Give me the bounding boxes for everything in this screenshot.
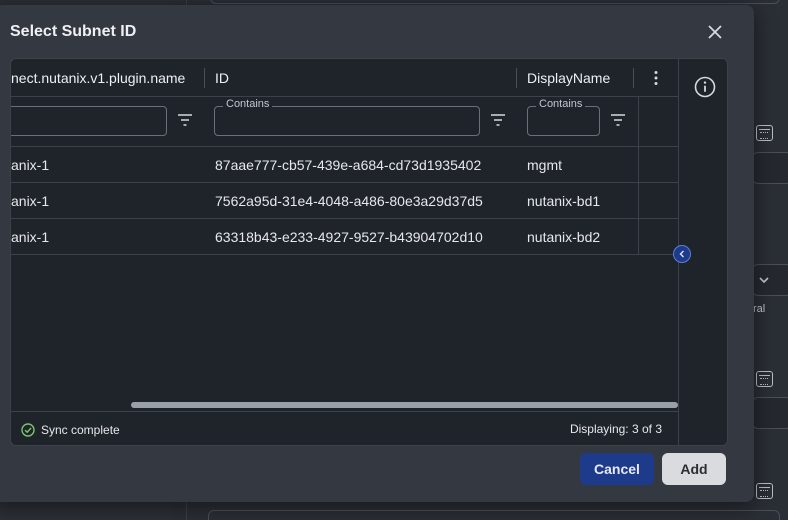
cell-display-name: mgmt (527, 156, 562, 173)
column-separator (638, 147, 639, 182)
cancel-button[interactable]: Cancel (580, 453, 654, 485)
column-header-id[interactable]: ID (215, 59, 505, 97)
background-label: ral (753, 303, 766, 315)
column-header-label: nect.nutanix.v1.plugin.name (11, 70, 186, 86)
filter-legend: Contains (536, 98, 586, 110)
grid-filter-row: Contains Contains (11, 97, 678, 147)
background-field[interactable] (752, 152, 788, 184)
filter-input-display-name[interactable] (527, 106, 600, 136)
sync-status: Sync complete (41, 423, 120, 437)
background-bottom-field[interactable] (208, 510, 780, 520)
cell-plugin-name: anix-1 (11, 228, 50, 245)
cell-id: 87aae777-cb57-439e-a684-cd73d1935402 (215, 156, 482, 173)
table-row[interactable]: anix-1 87aae777-cb57-439e-a684-cd73d1935… (11, 147, 678, 183)
cell-plugin-name: anix-1 (11, 192, 50, 209)
column-header-label: ID (215, 70, 229, 86)
calendar-icon[interactable] (756, 125, 773, 141)
close-button[interactable] (705, 22, 725, 42)
grid-footer: Sync complete Displaying: 3 of 3 (11, 411, 678, 445)
cell-display-name: nutanix-bd2 (527, 228, 601, 245)
grid-header-row: nect.nutanix.v1.plugin.name ID DisplayNa… (11, 59, 678, 97)
horizontal-scrollbar[interactable] (131, 402, 678, 408)
column-separator (638, 219, 639, 254)
display-count: Displaying: 3 of 3 (569, 422, 662, 436)
cell-plugin-name: anix-1 (11, 156, 50, 173)
filter-legend: Contains (223, 98, 273, 110)
cell-id: 7562a95d-31e4-4048-a486-80e3a29d37d5 (215, 192, 483, 209)
background-dropdown[interactable] (752, 264, 788, 296)
column-separator (638, 97, 639, 147)
filter-icon[interactable] (177, 113, 193, 127)
close-icon (708, 25, 722, 39)
column-header-label: DisplayName (527, 70, 611, 86)
column-header-display-name[interactable]: DisplayName (527, 59, 627, 97)
column-separator[interactable] (633, 68, 634, 88)
filter-icon[interactable] (490, 113, 506, 127)
column-separator (638, 183, 639, 218)
column-separator[interactable] (516, 68, 517, 88)
grid-main: nect.nutanix.v1.plugin.name ID DisplayNa… (11, 59, 678, 445)
cell-display-name: nutanix-bd1 (527, 192, 601, 209)
column-header-plugin-name[interactable]: nect.nutanix.v1.plugin.name (11, 59, 199, 97)
chevron-left-icon (679, 250, 684, 258)
background-top-field[interactable] (210, 0, 780, 4)
table-row[interactable]: anix-1 7562a95d-31e4-4048-a486-80e3a29d3… (11, 183, 678, 219)
add-button[interactable]: Add (662, 453, 726, 485)
calendar-icon[interactable] (756, 371, 773, 387)
kebab-menu-icon[interactable] (647, 69, 665, 87)
filter-input-plugin-name[interactable] (11, 106, 167, 136)
panel-collapse-handle[interactable] (673, 245, 691, 263)
table-row[interactable]: anix-1 63318b43-e233-4927-9527-b43904702… (11, 219, 678, 255)
check-circle-icon (21, 423, 35, 437)
select-subnet-dialog: Select Subnet ID nect.nutanix.v1.plugin.… (0, 5, 754, 502)
column-separator[interactable] (204, 68, 205, 88)
info-icon[interactable] (693, 75, 717, 99)
cell-id: 63318b43-e233-4927-9527-b43904702d10 (215, 228, 483, 245)
subnet-grid: nect.nutanix.v1.plugin.name ID DisplayNa… (10, 58, 728, 446)
chevron-down-icon (759, 277, 769, 284)
dialog-title: Select Subnet ID (10, 23, 137, 40)
filter-input-id[interactable] (214, 106, 480, 136)
filter-icon[interactable] (610, 113, 626, 127)
background-field[interactable] (752, 397, 788, 429)
calendar-icon[interactable] (756, 483, 773, 499)
